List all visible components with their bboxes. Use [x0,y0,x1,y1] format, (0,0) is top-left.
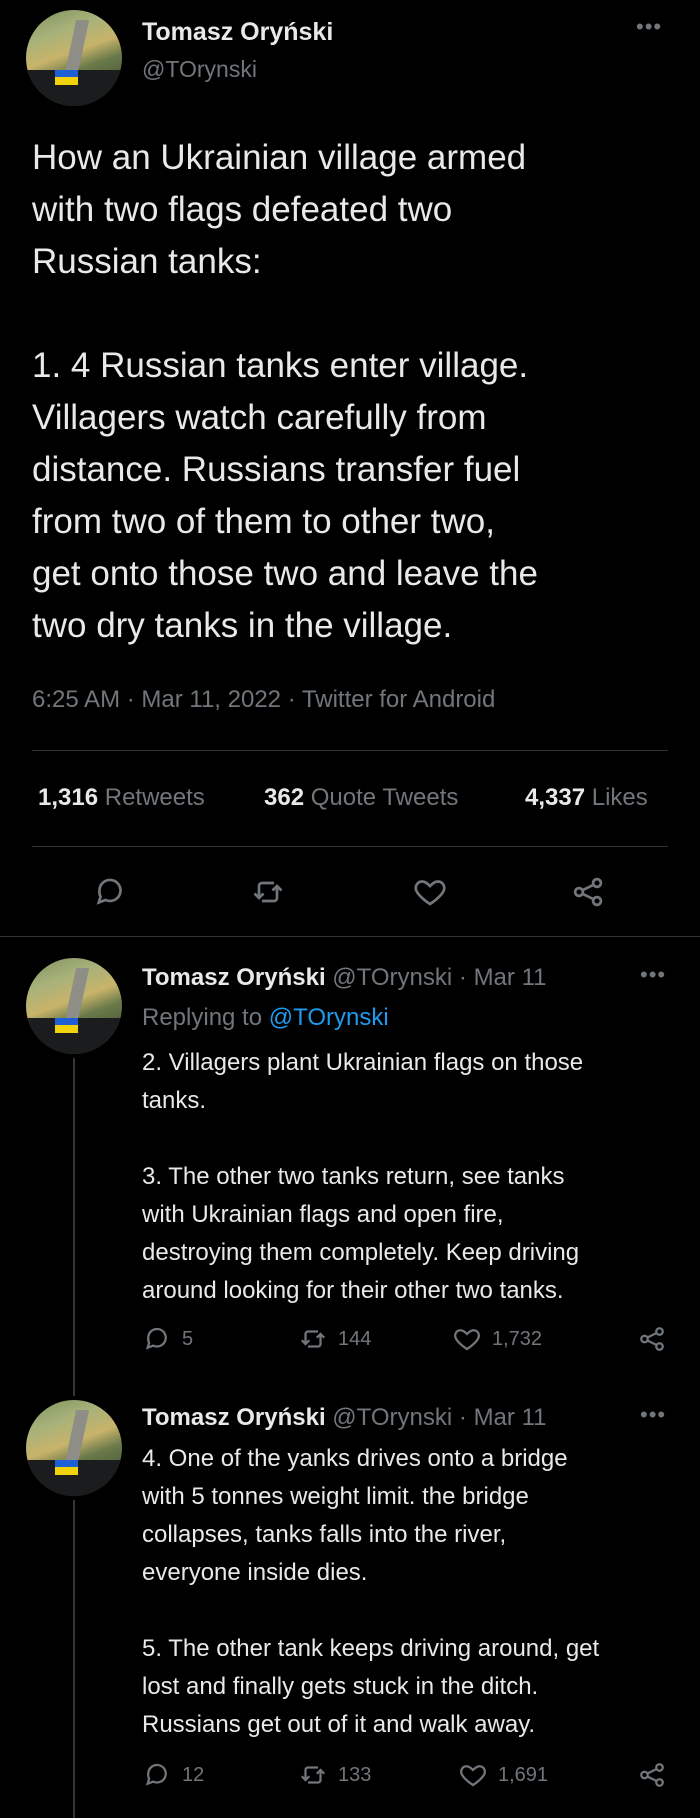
author-name[interactable]: Tomasz Oryński [142,18,333,47]
author-handle[interactable]: @TOrynski [332,964,452,991]
thread-line [73,1058,75,1396]
share-icon [640,1763,664,1787]
likes-count: 4,337 [525,784,586,811]
retweets-stat[interactable]: 1,316 Retweets [38,784,205,811]
retweet-count: 144 [338,1327,372,1350]
tweet-line: collapses, tanks falls into the river, [142,1521,507,1548]
share-button[interactable] [637,1324,667,1354]
author-name[interactable]: Tomasz Oryński [142,1404,326,1431]
tweet-text: 4. One of the yanks drives onto a bridge… [142,1440,690,1744]
reply-header: Tomasz Oryński @TOrynski · Mar 11 [142,964,546,992]
tweet-line: lost and finally gets stuck in the ditch… [142,1673,539,1700]
tweet-line: Russian tanks: [32,242,262,281]
divider [32,846,668,847]
retweet-count: 133 [338,1763,372,1786]
tweet-line: get onto those two and leave the [32,554,538,593]
thread-line [73,1500,75,1818]
quotes-label: Quote Tweets [310,784,459,811]
retweets-label: Retweets [104,784,205,811]
retweet-button[interactable] [250,874,286,910]
quotes-stat[interactable]: 362 Quote Tweets [264,784,458,812]
reply-icon [145,1327,167,1350]
tweet-text: How an Ukrainian village armed with two … [32,132,692,652]
retweet-button[interactable]: 144 [298,1324,371,1354]
tweet-line: from two of them to other two, [32,502,495,541]
tweet-meta[interactable]: 6:25 AM · Mar 11, 2022 · Twitter for And… [32,686,495,714]
reply-count: 5 [182,1327,194,1350]
avatar[interactable] [26,1400,122,1496]
retweet-icon [300,1766,326,1784]
heart-icon [454,1329,480,1351]
tweet-line: two dry tanks in the village. [32,606,453,645]
like-button[interactable] [412,874,448,910]
share-button[interactable] [570,874,606,910]
like-button[interactable]: 1,732 [452,1324,542,1354]
likes-label: Likes [591,784,648,811]
share-icon [640,1327,664,1351]
like-button[interactable]: 1,691 [458,1760,548,1790]
tweet-line: everyone inside dies. [142,1559,368,1586]
stats-row: 1,316 Retweets [38,784,205,812]
more-icon[interactable]: ••• [640,1402,666,1428]
reply-button[interactable]: 12 [142,1760,204,1790]
tweet-line: Villagers watch carefully from [32,398,487,437]
tweet-line: 2. Villagers plant Ukrainian flags on th… [142,1049,584,1076]
author-name[interactable]: Tomasz Oryński [142,964,326,991]
like-count: 1,691 [498,1763,549,1786]
quotes-count: 362 [264,784,305,811]
tweet-text: 2. Villagers plant Ukrainian flags on th… [142,1044,690,1310]
replying-to-label: Replying to [142,1004,263,1031]
share-icon [573,877,603,907]
reply-icon [96,878,122,905]
avatar[interactable] [26,958,122,1054]
reply-button[interactable] [92,874,128,910]
tweet-line: around looking for their other two tanks… [142,1277,564,1304]
tweet-line: 4. One of the yanks drives onto a bridge [142,1445,568,1472]
retweet-icon [253,881,283,903]
heart-icon [414,880,446,906]
tweet-line: with Ukrainian flags and open fire, [142,1201,504,1228]
share-button[interactable] [637,1760,667,1790]
more-icon[interactable]: ••• [640,962,666,988]
author-handle[interactable]: @TOrynski [142,56,257,83]
like-count: 1,732 [492,1327,543,1350]
tweet-line: 1. 4 Russian tanks enter village. [32,346,529,385]
reply-header: Tomasz Oryński @TOrynski · Mar 11 [142,1404,546,1432]
tweet-date[interactable]: · Mar 11 [459,1404,547,1431]
tweet-date[interactable]: · Mar 11 [459,964,547,991]
reply-count: 12 [182,1763,205,1786]
tweet-line: destroying them completely. Keep driving [142,1239,580,1266]
tweet-line: Russians get out of it and walk away. [142,1711,536,1738]
reply-icon [145,1763,167,1786]
retweets-count: 1,316 [38,784,99,811]
tweet-line: distance. Russians transfer fuel [32,450,521,489]
tweet-line: 5. The other tank keeps driving around, … [142,1635,600,1662]
divider [0,936,700,937]
heart-icon [460,1765,486,1787]
replying-to: Replying to @TOrynski [142,1004,389,1032]
author-handle[interactable]: @TOrynski [332,1404,452,1431]
reply-button[interactable]: 5 [142,1324,193,1354]
tweet-line [142,1120,690,1158]
replying-to-handle[interactable]: @TOrynski [269,1004,389,1031]
tweet-line: 3. The other two tanks return, see tanks [142,1163,565,1190]
likes-stat[interactable]: 4,337 Likes [525,784,648,812]
tweet-line [32,288,692,340]
tweet-line [142,1592,690,1630]
avatar[interactable] [26,10,122,106]
divider [32,750,668,751]
retweet-icon [300,1330,326,1348]
retweet-button[interactable]: 133 [298,1760,371,1790]
more-icon[interactable]: ••• [636,14,662,40]
tweet-line: with 5 tonnes weight limit. the bridge [142,1483,529,1510]
tweet-line: with two flags defeated two [32,190,453,229]
tweet-line: tanks. [142,1087,207,1114]
tweet-line: How an Ukrainian village armed [32,138,527,177]
